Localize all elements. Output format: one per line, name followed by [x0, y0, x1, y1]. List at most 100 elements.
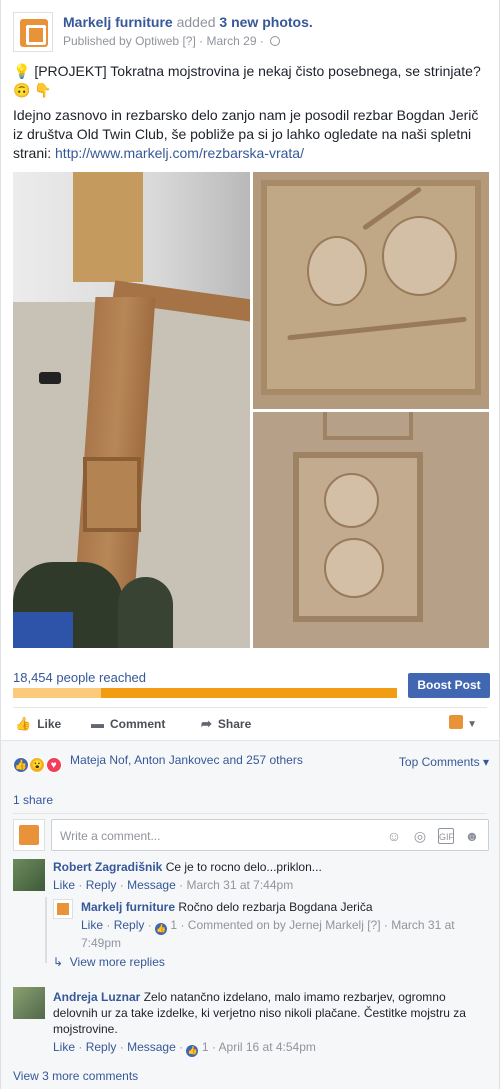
reply-1-meta: Like · Reply · 👍 1 · Commented on by Jer… — [81, 918, 455, 950]
comment-like-count[interactable]: 1 — [202, 1040, 209, 1054]
comment-reply-link[interactable]: Reply — [86, 1040, 117, 1054]
header-title: Markelj furniture added 3 new photos. — [63, 14, 313, 30]
caret-down-icon: ▾ — [482, 755, 489, 769]
comment-2-meta: Like · Reply · Message · 👍 1 · April 16 … — [53, 1040, 316, 1057]
like-count-icon: 👍 — [155, 923, 168, 935]
wow-reaction-icon: 😮 — [29, 757, 46, 773]
post-url-link[interactable]: http://www.markelj.com/rezbarska-vrata/ — [55, 145, 304, 161]
reply-author[interactable]: Markelj furniture — [81, 900, 175, 914]
comment-2: Andreja Luznar Zelo natančno izdelano, m… — [53, 989, 473, 1037]
comment-1: Robert Zagradišnik Ce je to rocno delo..… — [53, 859, 322, 875]
view-more-comments-link[interactable]: View 3 more comments — [13, 1069, 138, 1083]
share-button[interactable]: ➦ Share — [201, 716, 251, 732]
avatar-robert[interactable] — [13, 859, 45, 891]
pointing-hand-icon: 👇 — [34, 82, 52, 98]
comment-reply-link[interactable]: Reply — [86, 878, 117, 892]
comment-like-link[interactable]: Like — [53, 1040, 75, 1054]
comment-message-link[interactable]: Message — [127, 1040, 176, 1054]
photo-2[interactable] — [253, 172, 489, 409]
photo-1-blue-object — [13, 612, 73, 648]
photos-link[interactable]: 3 new photos. — [219, 14, 312, 30]
top-comments-dropdown[interactable]: Top Comments ▾ — [399, 755, 489, 769]
like-reaction-icon: 👍 — [13, 757, 29, 773]
comment-author[interactable]: Robert Zagradišnik — [53, 860, 162, 874]
meta-sep: · — [199, 34, 204, 48]
globe-icon[interactable] — [270, 36, 281, 46]
photo-2-branch — [287, 316, 467, 341]
avatar-markelj[interactable] — [53, 899, 73, 919]
photo-3[interactable] — [253, 412, 489, 648]
post-date[interactable]: March 29 — [206, 34, 256, 48]
photo-3-bird-top — [324, 473, 379, 528]
comments-section: 👍 😮 ♥ Mateja Nof, Anton Jankovec and 257… — [1, 740, 499, 1089]
reactions-summary[interactable]: 👍 😮 ♥ Mateja Nof, Anton Jankovec and 257… — [13, 753, 303, 773]
commenter-avatar — [13, 819, 45, 851]
photo-1-carving — [83, 457, 141, 532]
post-text-para2: Idejno zasnovo in rezbarsko delo zanjo n… — [13, 106, 487, 163]
camera-icon[interactable]: ◎ — [412, 828, 428, 844]
comment-text: Ce je to rocno delo...priklon... — [165, 860, 322, 874]
reply-thread-line — [45, 897, 47, 963]
meta-sep-2: · — [259, 34, 264, 48]
help-mark[interactable]: [?] — [367, 918, 380, 932]
reply-like-count[interactable]: 1 — [170, 918, 177, 932]
comment-input[interactable]: Write a comment... ☺ ◎ GIF ☻ — [51, 819, 489, 851]
divider — [13, 707, 487, 708]
help-mark[interactable]: [?] — [182, 34, 195, 48]
reach-bar — [13, 688, 397, 698]
like-button[interactable]: 👍 Like — [15, 716, 61, 732]
publisher-link[interactable]: Optiweb — [135, 34, 179, 48]
reaction-names[interactable]: Mateja Nof, Anton Jankovec and 257 other… — [70, 753, 303, 767]
shares-count[interactable]: 1 share — [13, 793, 53, 807]
post-card: Markelj furniture added 3 new photos. Pu… — [0, 0, 500, 1089]
boost-post-button[interactable]: Boost Post — [408, 673, 490, 698]
comment-label: Comment — [110, 717, 166, 731]
photo-1-board — [73, 172, 143, 282]
comment-time[interactable]: April 16 at 4:54pm — [219, 1040, 316, 1054]
comment-time[interactable]: March 31 at 7:44pm — [186, 878, 293, 892]
reach-bar-fill — [13, 688, 102, 698]
emoji-icon[interactable]: ☺ — [386, 828, 402, 844]
people-reached[interactable]: 18,454 people reached — [13, 670, 146, 685]
photo-3-bird-bottom — [324, 538, 384, 598]
markelj-logo-icon — [449, 715, 464, 729]
reply-text: Ročno delo rezbarja Bogdana Jeriča — [178, 900, 373, 914]
gif-icon[interactable]: GIF — [438, 828, 454, 844]
thumbs-up-icon: 👍 — [15, 716, 32, 731]
view-more-replies-link[interactable]: ↳ View more replies — [53, 955, 165, 969]
post-text-line1: 💡 [PROJEKT] Tokratna mojstrovina je neka… — [13, 62, 487, 100]
sticker-icon[interactable]: ☻ — [464, 828, 480, 844]
comment-placeholder: Write a comment... — [60, 829, 161, 843]
divider — [13, 813, 487, 814]
avatar-andreja[interactable] — [13, 987, 45, 1019]
like-count-icon: 👍 — [186, 1045, 199, 1057]
reply-like-link[interactable]: Like — [81, 918, 103, 932]
comment-message-link[interactable]: Message — [127, 878, 176, 892]
action-text: added — [176, 14, 216, 30]
love-reaction-icon: ♥ — [45, 757, 62, 773]
photo-2-bird-right — [382, 216, 457, 296]
page-voice-selector[interactable]: ▼ — [449, 715, 477, 730]
page-avatar[interactable] — [13, 12, 53, 52]
comment-button[interactable]: ▬ Comment — [91, 716, 165, 731]
reply-arrow-icon: ↳ — [53, 955, 64, 969]
comment-1-meta: Like · Reply · Message · March 31 at 7:4… — [53, 878, 294, 892]
upside-down-face-icon: 🙃 — [13, 82, 31, 98]
top-comments-label: Top Comments — [398, 755, 480, 769]
comment-icon: ▬ — [91, 716, 104, 731]
comment-author[interactable]: Andreja Luznar — [53, 990, 140, 1004]
comment-like-link[interactable]: Like — [53, 878, 75, 892]
lightbulb-icon: 💡 — [13, 63, 31, 79]
share-label: Share — [217, 717, 252, 731]
reply-reply-link[interactable]: Reply — [114, 918, 145, 932]
commented-on-text: Commented on by Jernej Markelj — [187, 918, 364, 932]
chevron-down-icon: ▼ — [467, 719, 477, 730]
page-name-link[interactable]: Markelj furniture — [63, 14, 173, 30]
header-meta: Published by Optiweb [?] · March 29 · — [63, 34, 281, 48]
action-bar: 👍 Like ▬ Comment ➦ Share ▼ — [13, 710, 487, 736]
markelj-logo-icon — [20, 19, 48, 47]
photo-1-boot-right — [118, 577, 173, 648]
photo-1[interactable] — [13, 172, 250, 648]
published-by-label: Published by — [63, 34, 132, 48]
photo-grid — [13, 172, 489, 648]
